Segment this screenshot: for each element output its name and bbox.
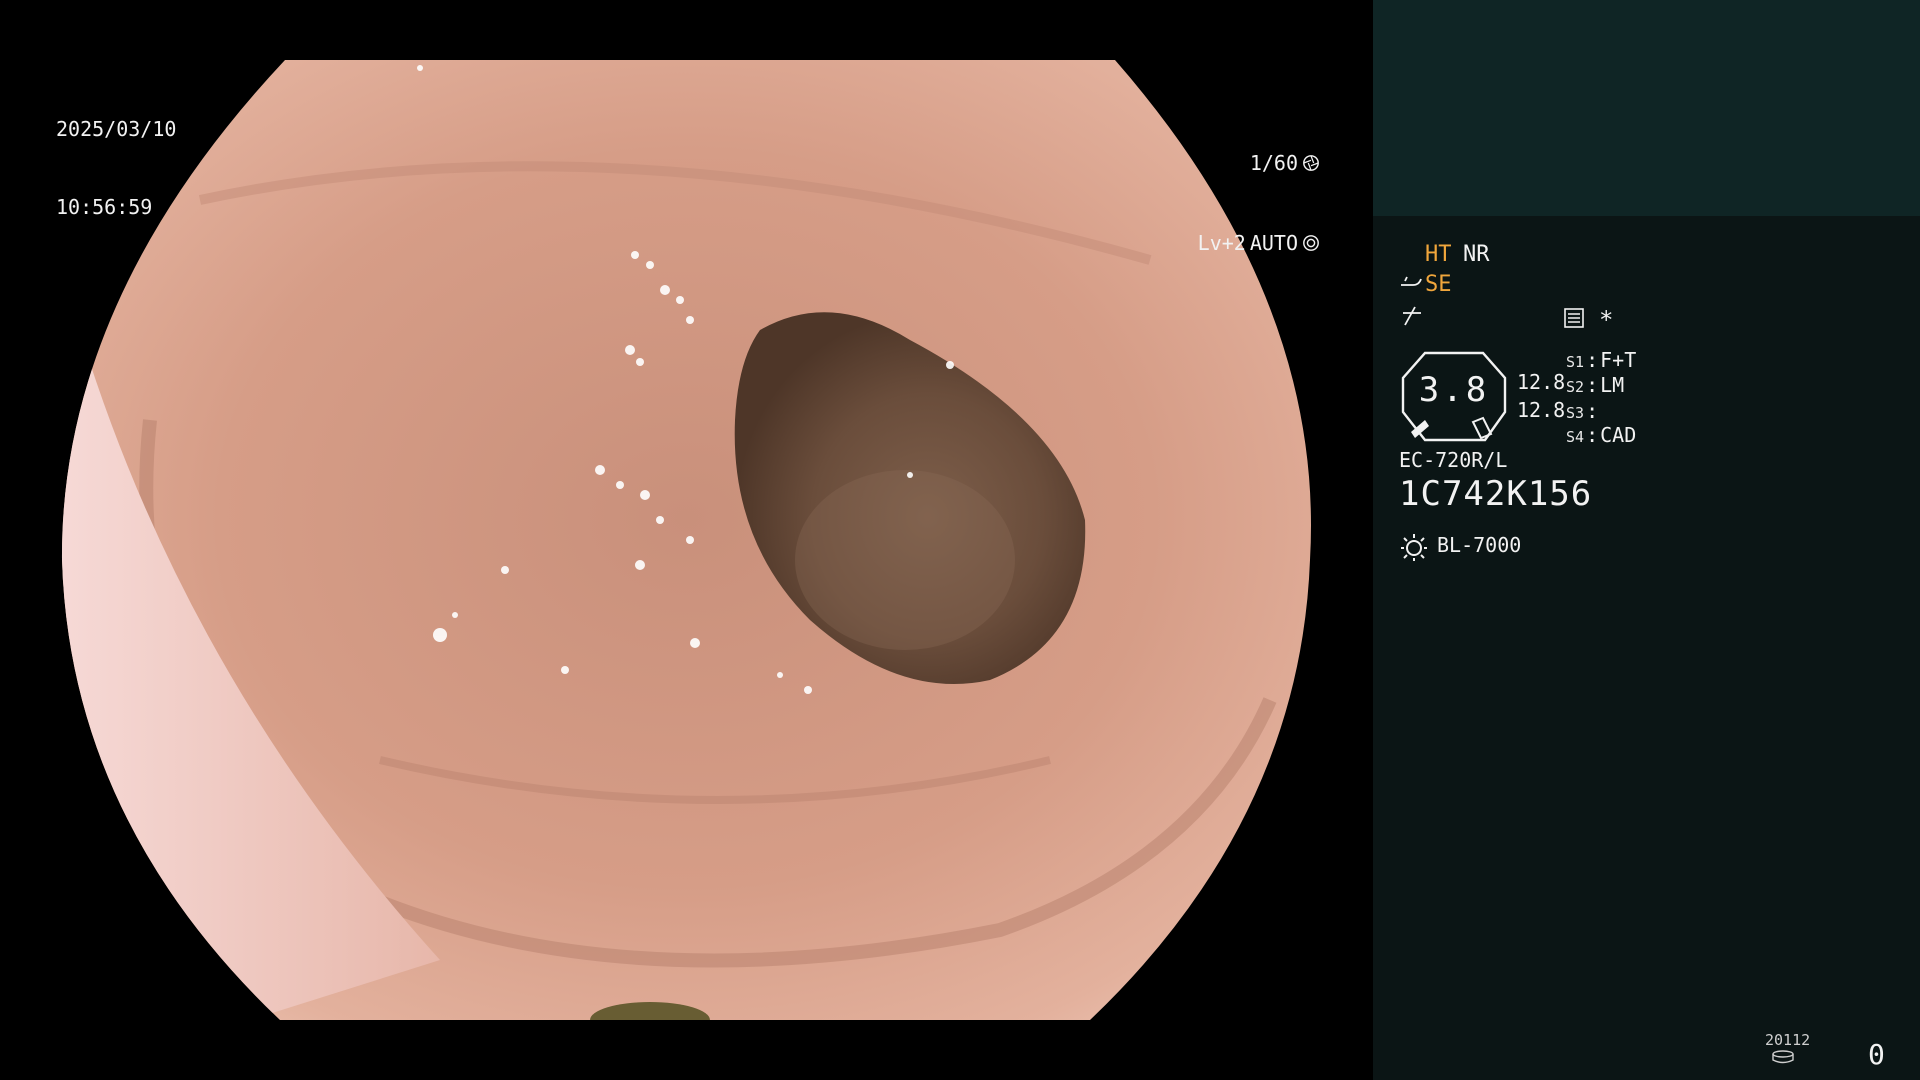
signal-icon <box>1403 306 1421 326</box>
info-side-panel: HT NR SE * 3.8 12.8 12.8 S1: F+T S2: LM … <box>1373 0 1920 1080</box>
switch-value: CAD <box>1600 423 1637 447</box>
aperture-icon <box>1303 155 1319 171</box>
image-counter: 0 <box>1868 1038 1885 1071</box>
date-text: 2025/03/10 <box>56 117 177 141</box>
switch-label: S2 <box>1566 378 1585 396</box>
scope-model: EC-720R/L <box>1399 448 1508 472</box>
menu-icon <box>1564 308 1584 328</box>
shutter-text: 1/60 <box>1249 151 1298 175</box>
iris-mode-text: AUTO <box>1249 231 1298 255</box>
scope-bend-icon <box>1401 276 1422 286</box>
switch-3: S3: <box>1566 399 1599 423</box>
light-source-model: BL-7000 <box>1437 533 1522 557</box>
exposure-readout: 1/60 Lv+2 AUTO <box>1150 97 1320 309</box>
switch-label: S4 <box>1566 428 1585 446</box>
iris-icon <box>1303 235 1319 251</box>
disk-icon <box>1772 1050 1794 1064</box>
iris-level-text: Lv+2 <box>1197 231 1246 255</box>
star-marker: * <box>1599 306 1614 334</box>
disk-number: 20112 <box>1765 1031 1811 1049</box>
light-source-icon <box>1401 534 1427 561</box>
datetime-display: 2025/03/10 10:56:59 <box>56 64 176 272</box>
gauge-value: 3.8 <box>1418 370 1490 410</box>
endoscopy-video-area: 2025/03/10 10:56:59 1/60 Lv+2 AUTO <box>0 0 1373 1080</box>
scope-serial: 1C742K156 <box>1399 474 1593 514</box>
switch-label: S3 <box>1566 404 1585 422</box>
side-panel-header <box>1373 0 1920 216</box>
time-text: 10:56:59 <box>56 195 153 219</box>
switch-value: LM <box>1600 373 1625 397</box>
switch-label: S1 <box>1566 353 1585 371</box>
ht-indicator: HT <box>1425 242 1452 267</box>
switch-value: F+T <box>1600 348 1637 372</box>
se-indicator: SE <box>1425 272 1452 297</box>
nr-indicator: NR <box>1463 242 1490 267</box>
switch-4: S4: CAD <box>1566 423 1637 447</box>
value-1: 12.8 <box>1517 370 1566 394</box>
switch-1: S1: F+T <box>1566 348 1637 372</box>
value-2: 12.8 <box>1517 398 1566 422</box>
switch-2: S2: LM <box>1566 373 1625 397</box>
